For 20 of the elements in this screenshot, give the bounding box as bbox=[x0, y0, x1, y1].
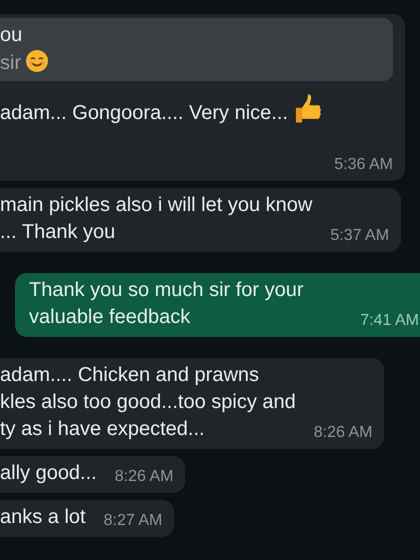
quoted-message-text: ou bbox=[0, 23, 24, 48]
quoted-message-text: sir bbox=[0, 51, 22, 76]
message-time: 5:37 AM bbox=[329, 226, 390, 246]
message-time: 8:27 AM bbox=[102, 511, 162, 531]
message-text: kles also too good...too spicy and bbox=[0, 391, 296, 413]
message-text: adam... Gongoora.... Very nice... bbox=[0, 102, 288, 124]
message-text: ty as i have expected... bbox=[0, 418, 205, 440]
message-text: valuable feedback bbox=[29, 306, 190, 328]
message-text: main pickles also i will let you know bbox=[0, 194, 312, 216]
message-time: 8:26 AM bbox=[114, 467, 174, 487]
message-text: anks a lot bbox=[0, 506, 86, 528]
message-time: 5:36 AM bbox=[333, 155, 393, 175]
message-text: adam.... Chicken and prawns bbox=[0, 364, 260, 386]
message-time: 7:41 AM bbox=[359, 311, 419, 331]
message-text: Thank you so much sir for your bbox=[29, 279, 304, 301]
message-text: ally good... bbox=[0, 462, 97, 484]
message-text: ... Thank you bbox=[0, 221, 116, 243]
message-time: 8:26 AM bbox=[312, 423, 372, 443]
quoted-message[interactable]: ou sir bbox=[0, 18, 393, 81]
smiley-icon bbox=[25, 49, 50, 73]
